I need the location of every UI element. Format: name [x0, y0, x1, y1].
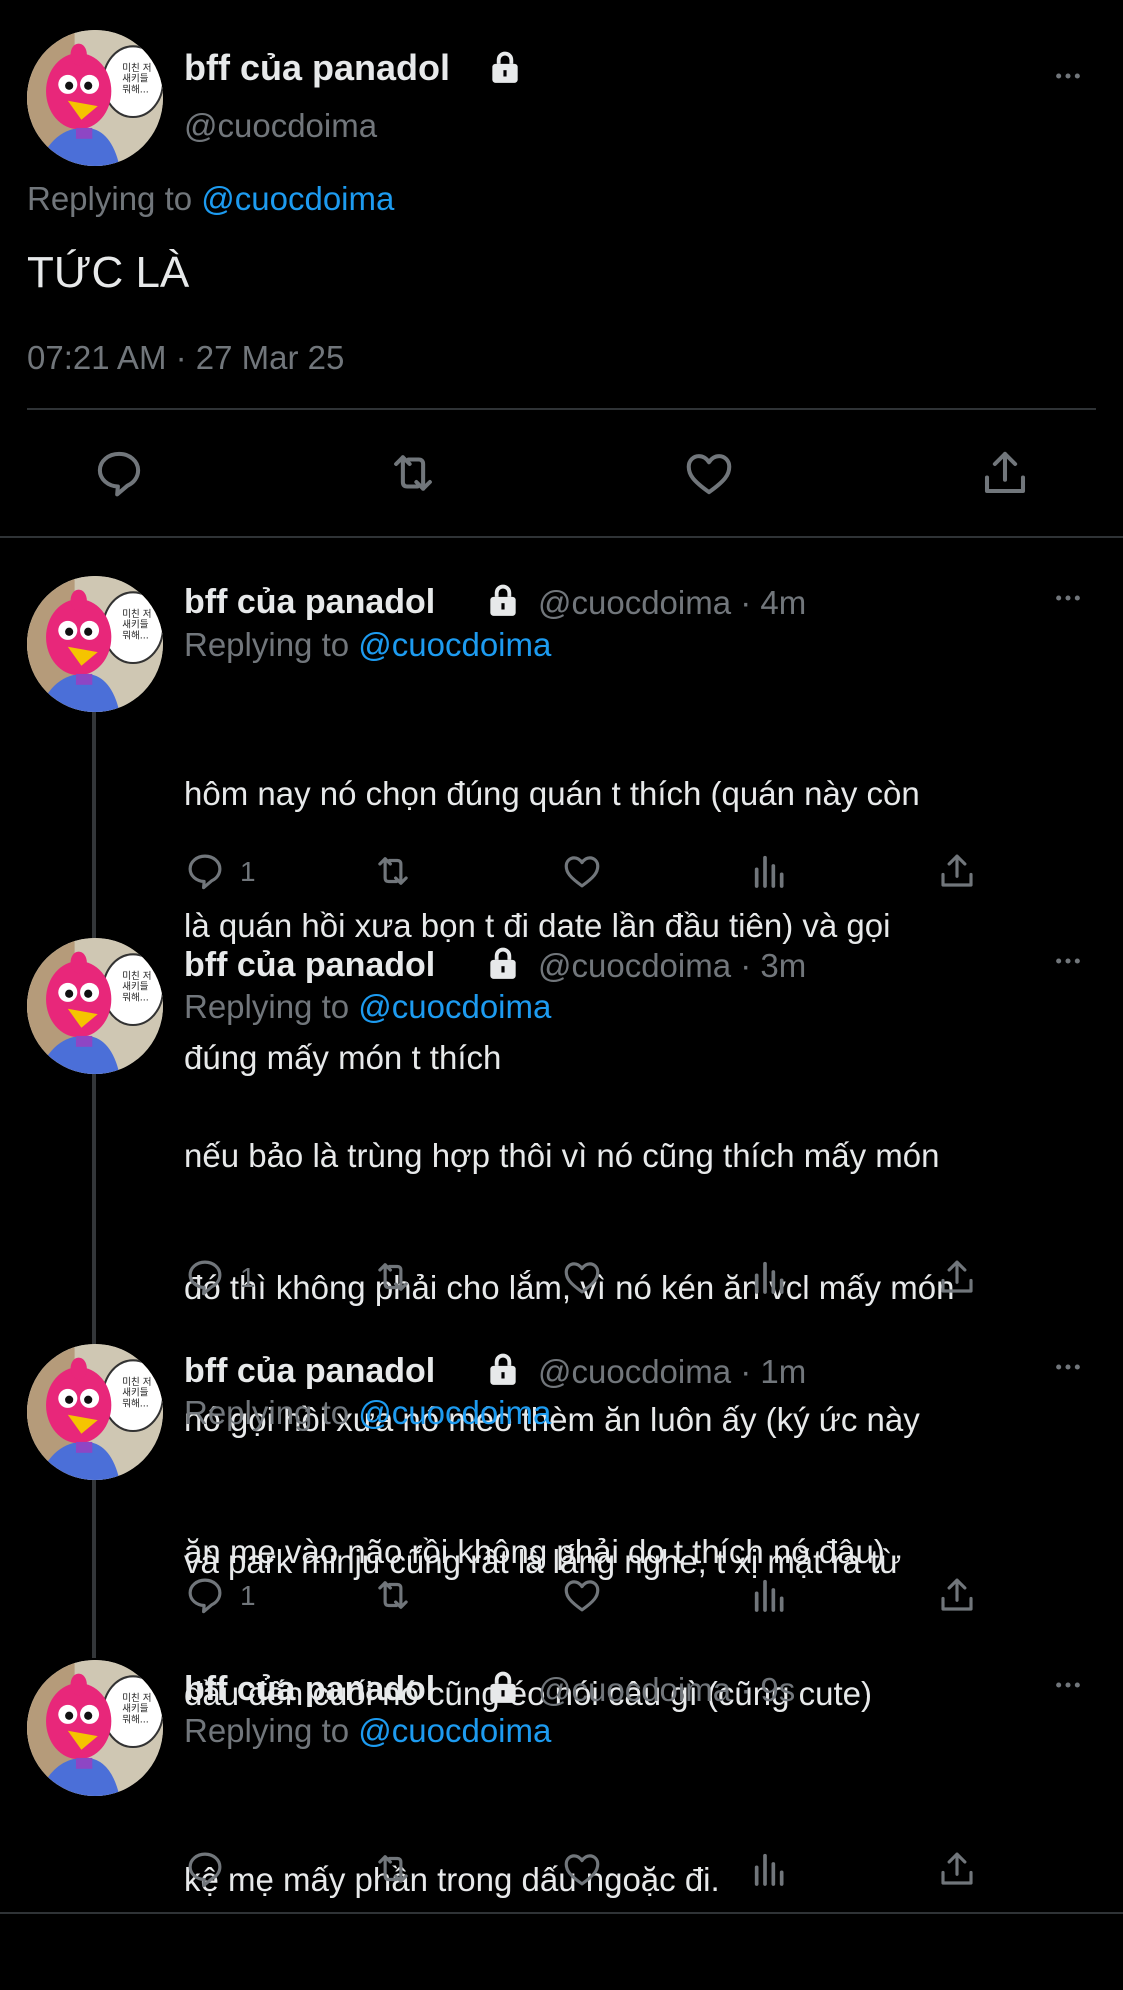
- share-icon[interactable]: [936, 850, 978, 892]
- handle-time[interactable]: @cuocdoima · 9s: [538, 1671, 795, 1709]
- reply-count: 1: [240, 1580, 256, 1611]
- divider: [0, 1912, 1123, 1914]
- tweet-text: và park minju cũng rất là lắng nghe, t x…: [184, 1452, 901, 1804]
- reply-count: 1: [240, 856, 256, 887]
- avatar[interactable]: [27, 938, 163, 1074]
- replying-prefix: Replying to: [184, 626, 359, 663]
- like-icon[interactable]: [561, 1848, 603, 1890]
- replying-to-link[interactable]: @cuocdoima: [201, 180, 394, 217]
- replying-to: Replying to @cuocdoima: [184, 1712, 551, 1750]
- lock-icon: [486, 48, 524, 86]
- more-icon[interactable]: [1048, 1351, 1088, 1383]
- text-line: và park minju cũng rất là lắng nghe, t x…: [184, 1543, 902, 1580]
- lock-icon: [484, 944, 522, 982]
- timestamp[interactable]: 07:21 AM · 27 Mar 25: [27, 339, 344, 377]
- share-icon[interactable]: [936, 1574, 978, 1616]
- like-icon[interactable]: [561, 1256, 603, 1298]
- handle-time[interactable]: @cuocdoima · 3m: [538, 947, 806, 985]
- retweet-icon[interactable]: [370, 1574, 416, 1616]
- handle-time[interactable]: @cuocdoima · 4m: [538, 584, 806, 622]
- more-icon[interactable]: [1048, 60, 1088, 92]
- tweet-text: TỨC LÀ: [27, 248, 190, 297]
- thread-line: [92, 1074, 96, 1344]
- retweet-icon[interactable]: [370, 1848, 416, 1890]
- views-icon[interactable]: [750, 850, 790, 892]
- replying-prefix: Replying to: [184, 988, 359, 1025]
- avatar[interactable]: [27, 1660, 163, 1796]
- thread-line: [92, 1480, 96, 1658]
- retweet-icon[interactable]: [384, 446, 442, 500]
- handle[interactable]: @cuocdoima: [184, 107, 377, 145]
- replying-to: Replying to @cuocdoima: [184, 1394, 551, 1432]
- share-icon[interactable]: [936, 1256, 978, 1298]
- more-icon[interactable]: [1048, 1669, 1088, 1701]
- like-icon[interactable]: [561, 1574, 603, 1616]
- display-name[interactable]: bff của panadol: [184, 1670, 435, 1709]
- more-icon[interactable]: [1048, 945, 1088, 977]
- display-name[interactable]: bff của panadol: [184, 583, 435, 622]
- text-line: nếu bảo là trùng hợp thôi vì nó cũng thí…: [184, 1137, 940, 1174]
- like-icon[interactable]: [561, 850, 603, 892]
- display-name[interactable]: bff của panadol: [184, 1352, 435, 1391]
- display-name[interactable]: bff của panadol: [184, 946, 435, 985]
- text-line: là quán hồi xưa bọn t đi date lần đầu ti…: [184, 907, 891, 944]
- replying-prefix: Replying to: [184, 1394, 359, 1431]
- text-line: kệ mẹ mấy phần trong dấu ngoặc đi.: [184, 1861, 720, 1898]
- views-icon[interactable]: [750, 1256, 790, 1298]
- retweet-icon[interactable]: [370, 1256, 416, 1298]
- replying-to-link[interactable]: @cuocdoima: [358, 1712, 551, 1749]
- reply-icon[interactable]: [184, 850, 226, 892]
- replying-to-link[interactable]: @cuocdoima: [358, 1394, 551, 1431]
- avatar[interactable]: [27, 576, 163, 712]
- replying-to-link[interactable]: @cuocdoima: [358, 988, 551, 1025]
- lock-icon: [484, 581, 522, 619]
- like-icon[interactable]: [682, 446, 736, 500]
- replying-to: Replying to @cuocdoima: [184, 626, 551, 664]
- replying-to: Replying to @cuocdoima: [184, 988, 551, 1026]
- lock-icon: [484, 1668, 522, 1706]
- reply-icon[interactable]: [184, 1574, 226, 1616]
- avatar[interactable]: [27, 1344, 163, 1480]
- thread-line: [92, 712, 96, 938]
- share-icon[interactable]: [978, 446, 1032, 500]
- lock-icon: [484, 1350, 522, 1388]
- display-name[interactable]: bff của panadol: [184, 47, 450, 89]
- retweet-icon[interactable]: [370, 850, 416, 892]
- replying-prefix: Replying to: [27, 180, 202, 217]
- replying-prefix: Replying to: [184, 1712, 359, 1749]
- views-icon[interactable]: [750, 1848, 790, 1890]
- handle-time[interactable]: @cuocdoima · 1m: [538, 1353, 806, 1391]
- divider: [27, 408, 1096, 410]
- views-icon[interactable]: [750, 1574, 790, 1616]
- divider: [0, 536, 1123, 538]
- text-line: hôm nay nó chọn đúng quán t thích (quán …: [184, 775, 920, 812]
- replying-to-link[interactable]: @cuocdoima: [358, 626, 551, 663]
- tweet-text: kệ mẹ mấy phần trong dấu ngoặc đi.: [184, 1770, 720, 1990]
- more-icon[interactable]: [1048, 582, 1088, 614]
- reply-icon[interactable]: [184, 1256, 226, 1298]
- avatar[interactable]: [27, 30, 163, 166]
- share-icon[interactable]: [936, 1848, 978, 1890]
- reply-count: 1: [240, 1262, 256, 1293]
- replying-to: Replying to @cuocdoima: [27, 180, 394, 218]
- reply-icon[interactable]: [184, 1848, 226, 1890]
- reply-icon[interactable]: [92, 446, 146, 500]
